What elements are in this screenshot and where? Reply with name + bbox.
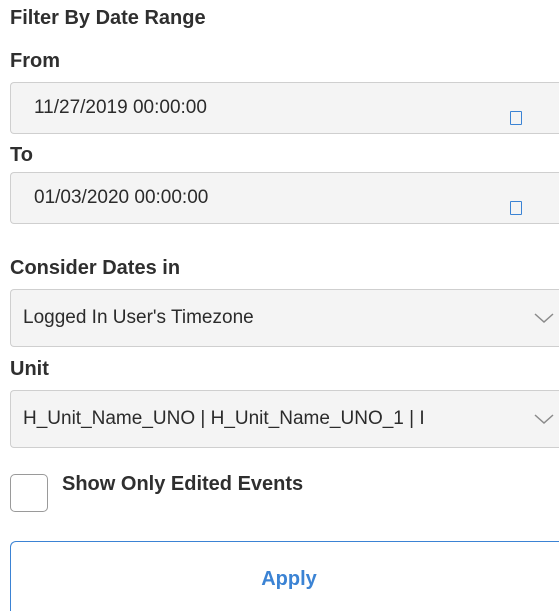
chevron-down-icon [534,313,554,324]
unit-select-value: H_Unit_Name_UNO | H_Unit_Name_UNO_1 | I [23,408,425,429]
timezone-select-value: Logged In User's Timezone [23,307,254,328]
show-edited-events-checkbox[interactable] [10,474,48,512]
calendar-icon[interactable] [510,201,522,215]
unit-select[interactable]: H_Unit_Name_UNO | H_Unit_Name_UNO_1 | I [10,390,559,448]
calendar-icon[interactable] [510,111,522,125]
to-label: To [10,144,33,166]
to-date-field[interactable]: 01/03/2020 00:00:00 [10,172,559,224]
from-label: From [10,50,60,72]
unit-label: Unit [10,358,49,380]
chevron-down-icon [534,414,554,425]
from-date-value: 11/27/2019 00:00:00 [34,97,207,118]
filter-title: Filter By Date Range [10,7,206,29]
from-date-field[interactable]: 11/27/2019 00:00:00 [10,82,559,134]
apply-button-label: Apply [261,568,317,590]
timezone-select[interactable]: Logged In User's Timezone [10,289,559,347]
apply-button[interactable]: Apply [10,541,559,611]
consider-dates-label: Consider Dates in [10,257,181,279]
show-edited-events-label: Show Only Edited Events [62,473,304,495]
to-date-value: 01/03/2020 00:00:00 [34,187,209,208]
